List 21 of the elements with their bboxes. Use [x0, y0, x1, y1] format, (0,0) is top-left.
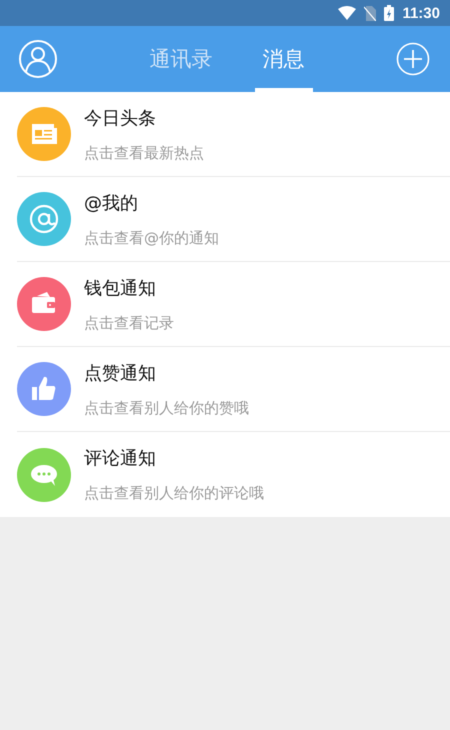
clock-time: 11:30	[402, 4, 440, 22]
no-sim-icon	[364, 6, 376, 20]
message-subtitle: 点击查看记录	[84, 314, 174, 332]
battery-icon	[384, 5, 394, 21]
message-title: 钱包通知	[84, 276, 157, 300]
message-item[interactable]: 点赞通知 点击查看别人给你的赞哦	[17, 347, 450, 432]
message-title: 点赞通知	[84, 362, 157, 384]
message-title: @我的	[84, 192, 139, 214]
wifi-icon	[338, 6, 356, 20]
message-item[interactable]: 评论通知 点击查看别人给你的评论哦	[17, 432, 450, 517]
message-item[interactable]: 钱包通知 点击查看记录	[17, 262, 450, 347]
add-icon[interactable]	[396, 42, 430, 76]
message-item[interactable]: @我的 点击查看@你的通知	[17, 177, 450, 262]
message-title: 评论通知	[84, 447, 157, 470]
avatar-icon[interactable]	[18, 39, 58, 79]
message-item[interactable]: 今日头条 点击查看最新热点	[17, 92, 450, 177]
message-subtitle: 点击查看@你的通知	[84, 228, 219, 248]
message-subtitle: 点击查看别人给你的评论哦	[84, 484, 264, 503]
message-title: 今日头条	[84, 106, 157, 130]
message-subtitle: 点击查看最新热点	[84, 144, 204, 162]
message-subtitle: 点击查看别人给你的赞哦	[84, 398, 249, 418]
